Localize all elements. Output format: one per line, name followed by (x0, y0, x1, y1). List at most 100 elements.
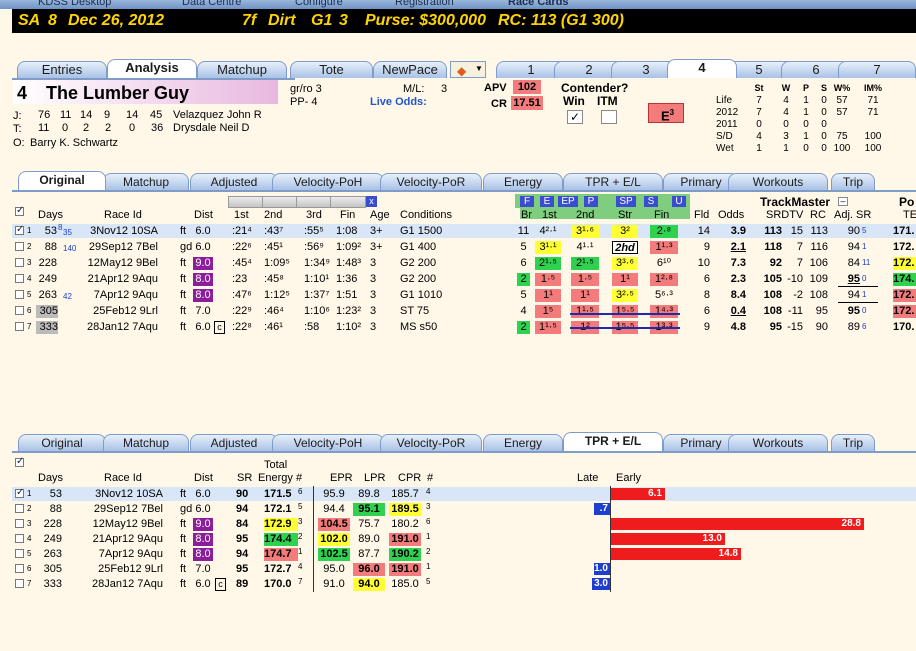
te-value: 172. (893, 257, 916, 270)
odds: 7.3 (730, 257, 746, 269)
race-id[interactable]: 7Apr12 9Aqu (70, 548, 163, 561)
app-tab-kdss[interactable]: KDSS Desktop (38, 0, 111, 8)
contender-label: Contender? (561, 81, 629, 95)
race-id[interactable]: 25Feb12 9Lrl (70, 305, 158, 318)
sub-tab-velocity-por[interactable]: Velocity-PoR (380, 173, 482, 190)
owner-label: O: (13, 137, 25, 149)
select-all-checkbox-top[interactable] (15, 205, 24, 216)
win-checkbox[interactable]: ✓ (567, 110, 583, 124)
sub-tab-velocity-poh[interactable]: Velocity-PoH (272, 434, 384, 451)
sub-tab-adjusted[interactable]: Adjusted (190, 434, 278, 451)
sub-tab-matchup[interactable]: Matchup (103, 173, 189, 190)
header-p2: 2nd (576, 209, 595, 221)
race-id[interactable]: 21Apr12 9Aqu (70, 273, 158, 286)
surface: ft (180, 548, 187, 560)
fraction-toggle-3[interactable] (296, 196, 332, 208)
pos-2nd: 2¹·⁵ (571, 257, 599, 270)
sub-tab-trip[interactable]: Trip (831, 173, 875, 190)
sub-tab-original[interactable]: Original (18, 434, 106, 451)
race-id[interactable]: 28Jan12 7Aqu (70, 578, 163, 591)
sub-tab-tpr-e-l[interactable]: TPR + E/L (563, 432, 663, 451)
sub-tab-trip[interactable]: Trip (831, 434, 875, 451)
close-icon[interactable]: x (366, 196, 377, 207)
tab-tote[interactable]: Tote (290, 61, 373, 78)
split-2: :43⁷ (264, 225, 284, 237)
row-checkbox[interactable] (15, 290, 24, 299)
conditions: G1 1010 (400, 289, 443, 301)
row-checkbox[interactable] (15, 274, 24, 283)
surface: ft (180, 578, 187, 590)
row-checkbox[interactable] (15, 322, 24, 331)
fraction-toggle-4[interactable] (330, 196, 366, 208)
app-tab-data-centre[interactable]: Data Centre (182, 0, 241, 8)
race-id[interactable]: 28Jan12 7Aqu (70, 321, 158, 334)
sub-tab-velocity-poh[interactable]: Velocity-PoH (272, 173, 384, 190)
race-id[interactable]: 3Nov12 10SA (70, 225, 158, 238)
row-checkbox[interactable] (15, 487, 24, 498)
tab-matchup[interactable]: Matchup (197, 61, 287, 78)
sub-tab-tpr-e-l[interactable]: TPR + E/L (563, 173, 663, 190)
epr: 95.9 (323, 488, 345, 500)
header-epr: EPR (330, 472, 353, 484)
sub-tab-workouts[interactable]: Workouts (728, 434, 828, 451)
race-id[interactable]: 21Apr12 9Aqu (70, 533, 163, 546)
race-id[interactable]: 3Nov12 10SA (70, 488, 163, 501)
diamond-menu-button[interactable]: ◆ ▼ (450, 61, 486, 78)
race-id[interactable]: 29Sep12 7Bel (70, 241, 158, 254)
sub-tab-velocity-por[interactable]: Velocity-PoR (380, 434, 482, 451)
row-checkbox[interactable] (15, 504, 24, 513)
record-value: 1 (756, 143, 762, 154)
cpr-rank: 2 (426, 547, 431, 556)
lpr: 95.1 (353, 503, 385, 516)
odds: 0.4 (730, 305, 746, 317)
adj-sr: 95 (847, 273, 860, 285)
sub-tab-matchup[interactable]: Matchup (103, 434, 189, 451)
row-checkbox[interactable] (15, 534, 24, 543)
row-number: 3 (27, 258, 32, 267)
age-cond: 3 (370, 321, 377, 333)
select-all-checkbox-bottom[interactable] (15, 456, 24, 467)
sub-tab-energy[interactable]: Energy (483, 173, 563, 190)
row-checkbox[interactable] (15, 242, 24, 251)
row-checkbox[interactable] (15, 258, 24, 267)
race-id[interactable]: 29Sep12 7Bel (70, 503, 163, 516)
odds: 2.3 (730, 273, 746, 285)
fraction-toggle-1[interactable] (228, 196, 264, 208)
row-checkbox[interactable] (15, 564, 24, 573)
race-id[interactable]: 12May12 9Bel (70, 518, 163, 531)
adj-underline (838, 302, 878, 303)
row-checkbox[interactable] (15, 519, 24, 528)
horse-tab-4[interactable]: 4 (667, 59, 737, 78)
race-id[interactable]: 7Apr12 9Aqu (70, 289, 158, 302)
sub-tab-workouts[interactable]: Workouts (728, 173, 828, 190)
split-3: :55⁵ (304, 225, 324, 237)
horse-post-position: PP- 4 (290, 96, 318, 108)
speed-rating: 95 (769, 321, 782, 333)
itm-checkbox[interactable] (601, 110, 617, 124)
header-pfin: Fin (654, 209, 670, 221)
app-tab-race-cards[interactable]: Race Cards (508, 0, 569, 8)
row-checkbox[interactable] (15, 306, 24, 315)
tab-analysis[interactable]: Analysis (107, 59, 197, 78)
dtv: -15 (787, 321, 803, 333)
sub-tab-original[interactable]: Original (18, 171, 106, 190)
tab-newpace[interactable]: NewPace (373, 61, 447, 78)
row-checkbox[interactable] (15, 579, 24, 588)
horse-number: 4 (17, 83, 28, 103)
tab-entries[interactable]: Entries (17, 61, 107, 78)
race-id[interactable]: 12May12 9Bel (70, 257, 158, 270)
split-3: 1:37⁷ (304, 289, 330, 301)
trackmaster-collapse-button[interactable]: – (838, 197, 848, 206)
sub-tab-energy[interactable]: Energy (483, 434, 563, 451)
row-checkbox[interactable] (15, 224, 24, 235)
days-since: 263 (43, 548, 62, 560)
horse-tab-7[interactable]: 7 (838, 61, 916, 78)
race-id[interactable]: 25Feb12 9Lrl (70, 563, 163, 576)
break: 4 (520, 305, 527, 317)
break: 2 (517, 321, 530, 334)
row-checkbox[interactable] (15, 549, 24, 558)
fraction-toggle-2[interactable] (262, 196, 298, 208)
app-tab-registration[interactable]: Registration (395, 0, 454, 8)
sub-tab-adjusted[interactable]: Adjusted (190, 173, 278, 190)
app-tab-configure[interactable]: Configure (295, 0, 343, 8)
